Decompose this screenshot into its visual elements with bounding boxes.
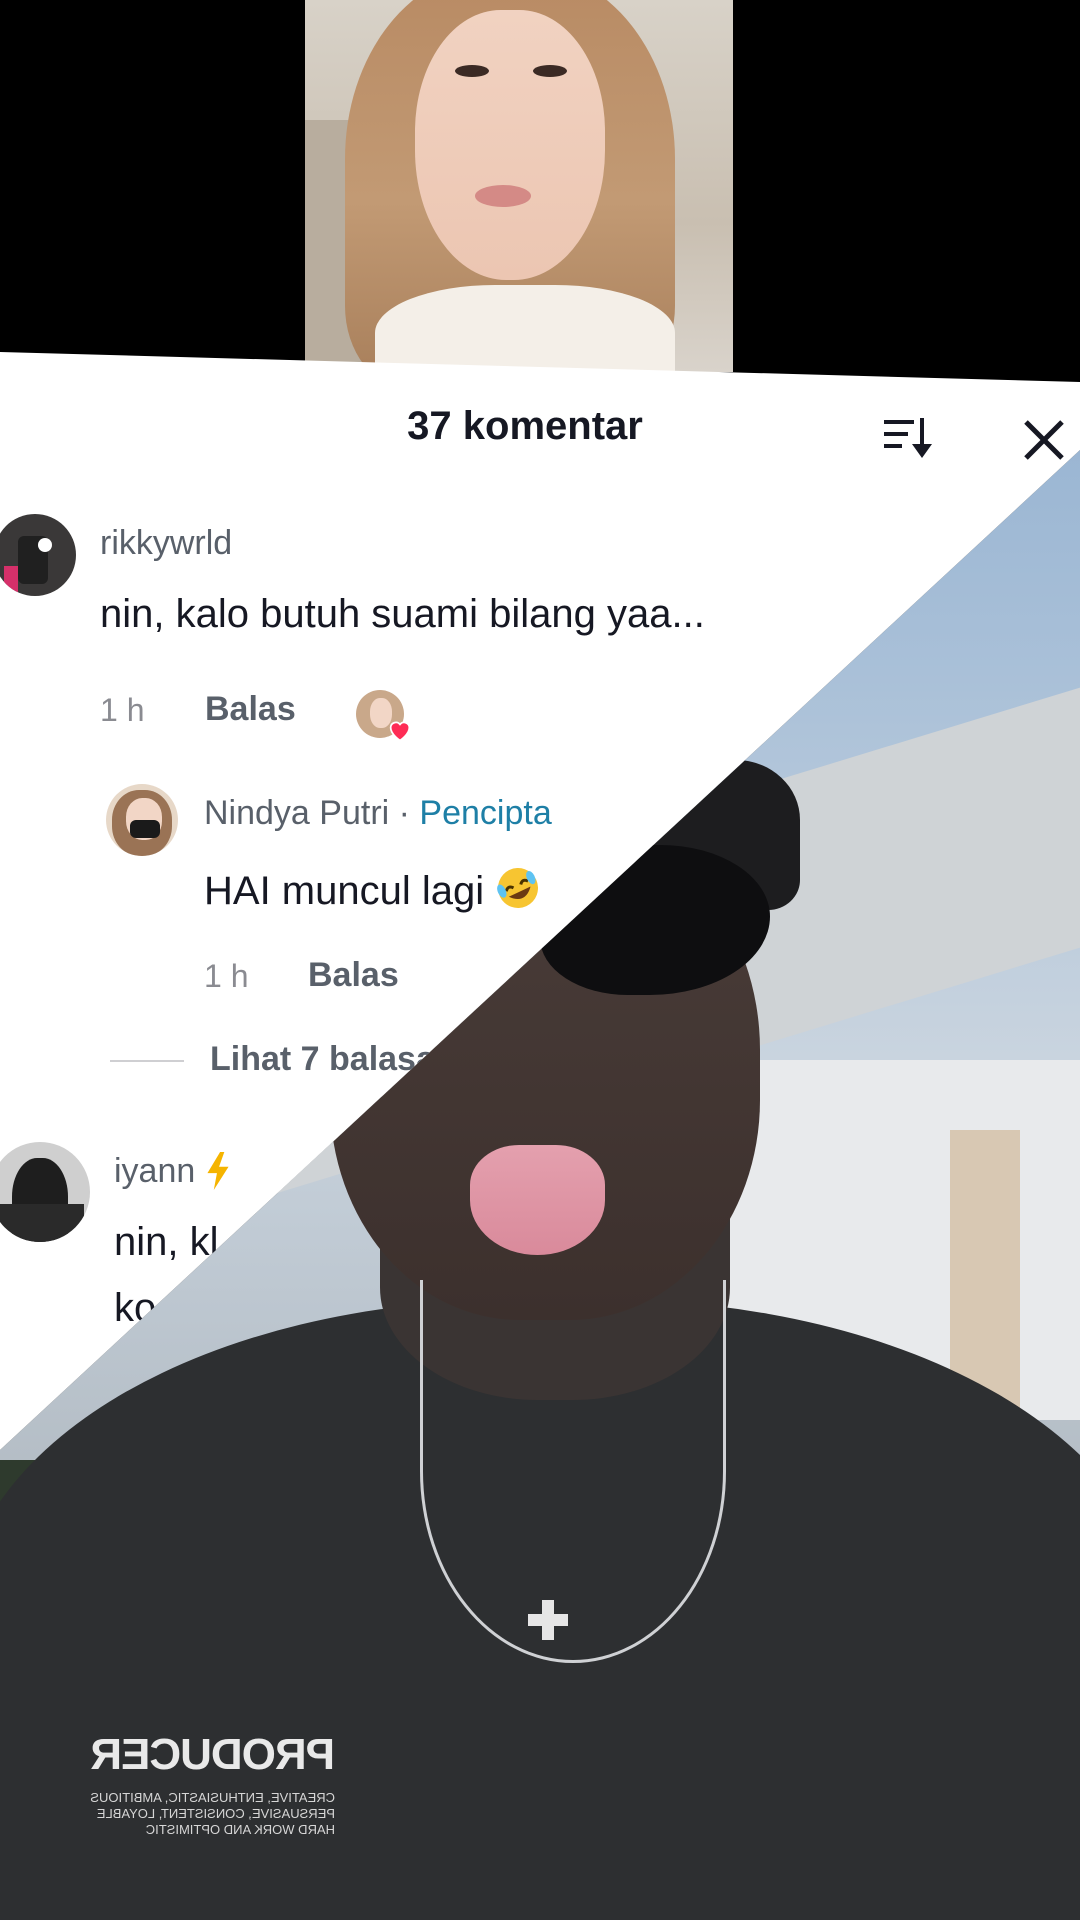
person-eye-right xyxy=(533,65,567,77)
person-tongue xyxy=(470,1145,605,1255)
comment-text: nin, kalo butuh suami bilang yaa... xyxy=(100,592,705,636)
comment-text-2-line1: nin, kl xyxy=(114,1220,219,1264)
top-video[interactable] xyxy=(0,0,1080,380)
shirt-print-logo: PRODUCER xyxy=(91,1730,335,1779)
replies-divider xyxy=(110,1060,184,1062)
username-separator: · xyxy=(389,794,420,832)
sort-icon[interactable] xyxy=(884,416,936,460)
person-lips xyxy=(475,185,531,207)
shirt-print-line: PERSUASIVE, CONSISTENT, LOYABLE xyxy=(96,1806,335,1821)
comment-time: 1 h xyxy=(100,692,145,728)
shirt-print-line: CREATIVE, ENTHUSIASTIC, AMBITIOUS xyxy=(90,1790,335,1805)
comment-username-2-text: iyann xyxy=(114,1152,196,1190)
heart-icon xyxy=(389,721,411,742)
reply-time: 1 h xyxy=(204,958,249,994)
reply-text: HAI muncul lagi xyxy=(204,864,542,914)
rolling-laughing-emoji xyxy=(497,868,539,908)
person-face xyxy=(415,10,605,280)
avatar-iyann[interactable] xyxy=(0,1142,90,1242)
reply-username-text: Nindya Putri xyxy=(204,794,390,832)
creator-badge: Pencipta xyxy=(419,794,552,832)
shirt-print-line: HARD WORK AND OPTIMISTIC xyxy=(145,1822,335,1837)
creator-video-frame xyxy=(305,0,733,372)
reply-text-content: HAI muncul lagi xyxy=(204,869,485,913)
reply-button-nested[interactable]: Balas xyxy=(308,956,399,995)
comment-username[interactable]: rikkywrld xyxy=(100,524,232,563)
necklace-chain xyxy=(420,1280,726,1663)
person-shirt xyxy=(375,285,675,372)
close-icon[interactable] xyxy=(1022,418,1066,462)
person-eye-left xyxy=(455,65,489,77)
lightning-icon xyxy=(207,1152,229,1190)
comment-username-2[interactable]: iyann xyxy=(114,1152,231,1191)
avatar-nindya-putri[interactable] xyxy=(106,784,178,856)
reply-username[interactable]: Nindya Putri · Pencipta xyxy=(204,794,552,833)
reply-button[interactable]: Balas xyxy=(205,690,296,729)
avatar-rikkywrld[interactable] xyxy=(0,514,76,596)
shirt-print-lines: CREATIVE, ENTHUSIASTIC, AMBITIOUS PERSUA… xyxy=(90,1790,335,1838)
